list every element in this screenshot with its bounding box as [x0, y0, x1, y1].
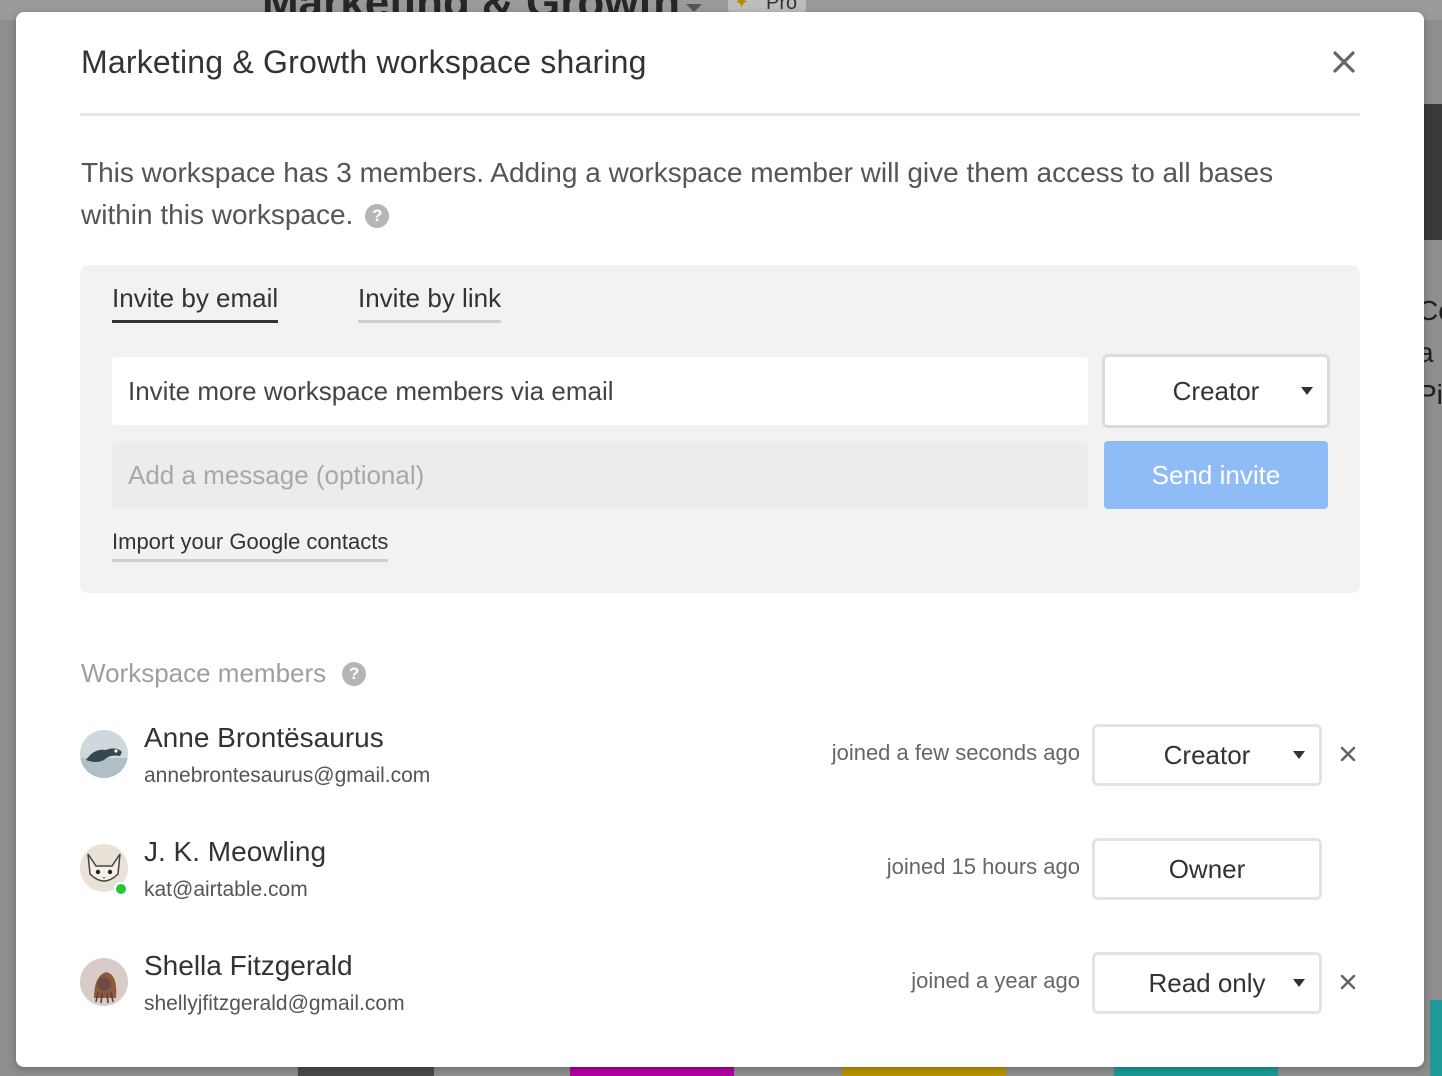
invite-email-input[interactable]: Invite more workspace members via email [112, 357, 1088, 425]
invite-role-value: Creator [1172, 375, 1260, 406]
close-button[interactable] [1328, 46, 1360, 78]
invite-message-input[interactable]: Add a message (optional) [112, 441, 1088, 509]
background-card [1424, 104, 1442, 240]
member-role-value: Creator [1163, 739, 1251, 770]
remove-member-button[interactable] [1334, 740, 1362, 768]
message-input-placeholder: Add a message (optional) [128, 459, 425, 490]
background-caret-icon [686, 4, 702, 12]
member-role-value: Read only [1148, 967, 1266, 998]
members-heading: Workspace members ? [81, 658, 367, 689]
background-tile [298, 1066, 434, 1076]
chevron-down-icon [1301, 387, 1313, 395]
chevron-down-icon [1293, 979, 1305, 987]
member-email: kat@airtable.com [144, 878, 308, 901]
import-google-contacts-link[interactable]: Import your Google contacts [112, 529, 389, 562]
members-heading-label: Workspace members [81, 658, 327, 688]
chevron-down-icon [1293, 751, 1305, 759]
background-tile [1114, 1066, 1278, 1076]
member-joined-time: joined a few seconds ago [831, 740, 1080, 765]
help-icon[interactable]: ? [365, 204, 390, 228]
tab-invite-by-email[interactable]: Invite by email [112, 283, 279, 323]
description-text: This workspace has 3 members. Adding a w… [81, 157, 1274, 230]
tab-invite-by-link[interactable]: Invite by link [358, 283, 502, 323]
member-joined-time: joined 15 hours ago [886, 854, 1080, 879]
invite-role-select[interactable]: Creator [1102, 354, 1330, 428]
online-status-indicator [114, 882, 128, 896]
dialog-title: Marketing & Growth workspace sharing [81, 44, 647, 80]
member-role-select[interactable]: Read only [1092, 952, 1322, 1014]
workspace-description: This workspace has 3 members. Adding a w… [81, 152, 1341, 236]
member-name: Anne Brontësaurus [144, 722, 384, 753]
member-name: J. K. Meowling [144, 836, 327, 867]
member-row: J. K. Meowling kat@airtable.com joined 1… [80, 836, 1360, 918]
member-name: Shella Fitzgerald [144, 950, 353, 981]
member-joined-time: joined a year ago [911, 968, 1080, 993]
send-invite-button[interactable]: Send invite [1104, 441, 1328, 509]
invite-panel: Invite by email Invite by link Invite mo… [80, 265, 1360, 593]
help-icon[interactable]: ? [342, 661, 367, 686]
member-row: Anne Brontësaurus annebrontesaurus@gmail… [80, 722, 1362, 804]
background-tile [842, 1066, 1006, 1076]
email-input-placeholder: Invite more workspace members via email [128, 375, 614, 406]
close-icon [1333, 51, 1355, 73]
avatar [80, 730, 128, 778]
title-divider [80, 113, 1360, 116]
remove-member-button[interactable] [1334, 968, 1362, 996]
close-icon [1340, 746, 1356, 762]
avatar [80, 958, 128, 1006]
member-email: annebrontesaurus@gmail.com [144, 764, 431, 787]
member-role-label: Owner [1092, 838, 1322, 900]
member-email: shellyjfitzgerald@gmail.com [144, 992, 405, 1015]
background-tile [570, 1066, 734, 1076]
member-row: Shella Fitzgerald shellyjfitzgerald@gmai… [80, 950, 1362, 1032]
member-role-select[interactable]: Creator [1092, 724, 1322, 786]
workspace-sharing-dialog: Marketing & Growth workspace sharing Thi… [16, 12, 1424, 1067]
background-card [1430, 1000, 1442, 1076]
member-role-value: Owner [1168, 853, 1246, 884]
close-icon [1340, 974, 1356, 990]
